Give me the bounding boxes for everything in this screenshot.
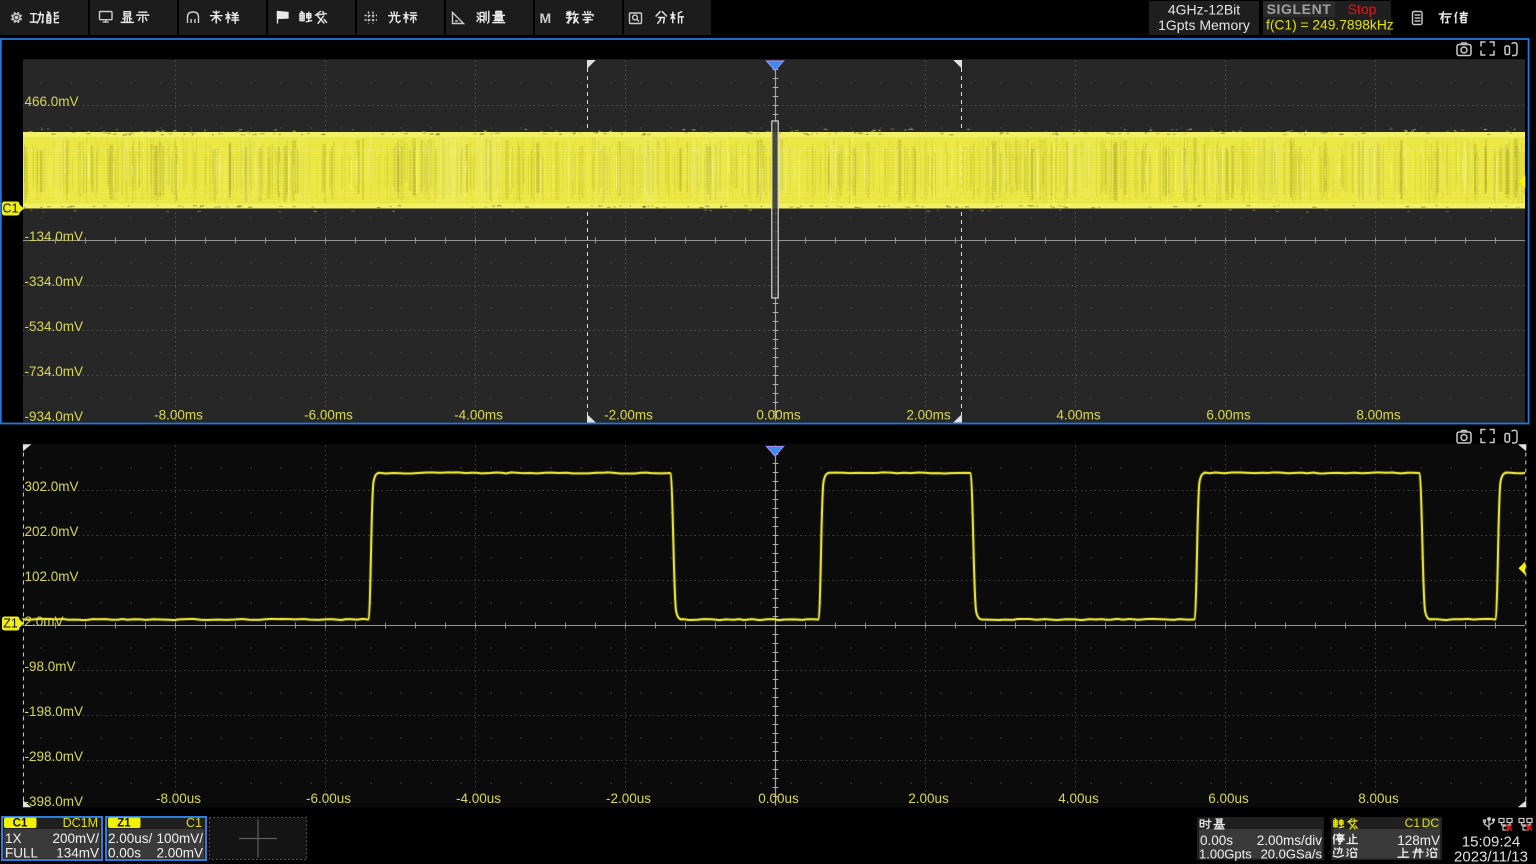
svg-text:-198.0mV: -198.0mV: [25, 704, 84, 719]
svg-text:2.00ms: 2.00ms: [906, 408, 951, 423]
svg-text:2.00mV: 2.00mV: [156, 846, 203, 861]
svg-text:-6.00ms: -6.00ms: [304, 408, 353, 423]
svg-text:C1: C1: [1405, 816, 1421, 830]
svg-text:102.0mV: 102.0mV: [25, 569, 79, 584]
svg-text:1X: 1X: [5, 831, 22, 846]
svg-text:-8.00us: -8.00us: [156, 791, 201, 806]
svg-text:134mV: 134mV: [56, 846, 99, 861]
svg-text:302.0mV: 302.0mV: [25, 479, 79, 494]
svg-text:0.00us: 0.00us: [758, 791, 799, 806]
svg-text:DC1M: DC1M: [63, 816, 98, 830]
svg-text:4.00ms: 4.00ms: [1056, 408, 1101, 423]
svg-text:C1: C1: [186, 816, 202, 830]
svg-text:C1: C1: [3, 202, 19, 216]
svg-text:-98.0mV: -98.0mV: [25, 659, 76, 674]
svg-text:8.00ms: 8.00ms: [1356, 408, 1401, 423]
svg-text:2.00us: 2.00us: [908, 791, 949, 806]
svg-text:1Gpts Memory: 1Gpts Memory: [1158, 17, 1250, 33]
svg-text:Z1: Z1: [117, 818, 131, 830]
svg-text:Stop: Stop: [1348, 1, 1377, 17]
svg-text:6.00us: 6.00us: [1208, 791, 1249, 806]
svg-text:200mV/: 200mV/: [52, 831, 99, 846]
svg-text:f(C1) = 249.7898kHz: f(C1) = 249.7898kHz: [1266, 18, 1394, 33]
svg-text:4.00us: 4.00us: [1058, 791, 1099, 806]
svg-text:-534.0mV: -534.0mV: [25, 319, 84, 334]
svg-text:128mV: 128mV: [1397, 833, 1440, 848]
svg-text:C1: C1: [13, 818, 28, 830]
svg-text:6.00ms: 6.00ms: [1206, 408, 1251, 423]
svg-text:-2.00us: -2.00us: [606, 791, 651, 806]
svg-text:-134.0mV: -134.0mV: [25, 229, 84, 244]
svg-text:1.00Gpts: 1.00Gpts: [1199, 847, 1252, 862]
svg-text:0.00ms: 0.00ms: [756, 408, 801, 423]
svg-text:2023/11/13: 2023/11/13: [1454, 849, 1528, 864]
svg-text:-734.0mV: -734.0mV: [25, 364, 84, 379]
svg-text:-298.0mV: -298.0mV: [25, 749, 84, 764]
svg-text:20.0GSa/s: 20.0GSa/s: [1261, 847, 1323, 862]
svg-text:-8.00ms: -8.00ms: [154, 408, 203, 423]
svg-text:-2.00ms: -2.00ms: [604, 408, 653, 423]
svg-text:466.0mV: 466.0mV: [25, 94, 79, 109]
svg-text:M: M: [540, 10, 552, 26]
svg-text:-6.00us: -6.00us: [306, 791, 351, 806]
svg-text:2.00us/: 2.00us/: [108, 831, 153, 846]
svg-text:-334.0mV: -334.0mV: [25, 274, 84, 289]
svg-text:-934.0mV: -934.0mV: [25, 409, 84, 424]
svg-text:-4.00us: -4.00us: [456, 791, 501, 806]
svg-text:-4.00ms: -4.00ms: [454, 408, 503, 423]
svg-text:-398.0mV: -398.0mV: [25, 794, 84, 809]
svg-text:8.00us: 8.00us: [1358, 791, 1399, 806]
svg-text:Z1: Z1: [3, 617, 18, 631]
svg-text:2.0mV: 2.0mV: [25, 614, 64, 629]
svg-text:DC: DC: [1422, 816, 1440, 830]
svg-text:0.00s: 0.00s: [108, 846, 141, 861]
svg-text:4GHz-12Bit: 4GHz-12Bit: [1168, 2, 1240, 18]
svg-text:FULL: FULL: [5, 846, 39, 861]
svg-text:SIGLENT: SIGLENT: [1267, 1, 1332, 17]
svg-text:100mV/: 100mV/: [156, 831, 203, 846]
svg-text:202.0mV: 202.0mV: [25, 524, 79, 539]
